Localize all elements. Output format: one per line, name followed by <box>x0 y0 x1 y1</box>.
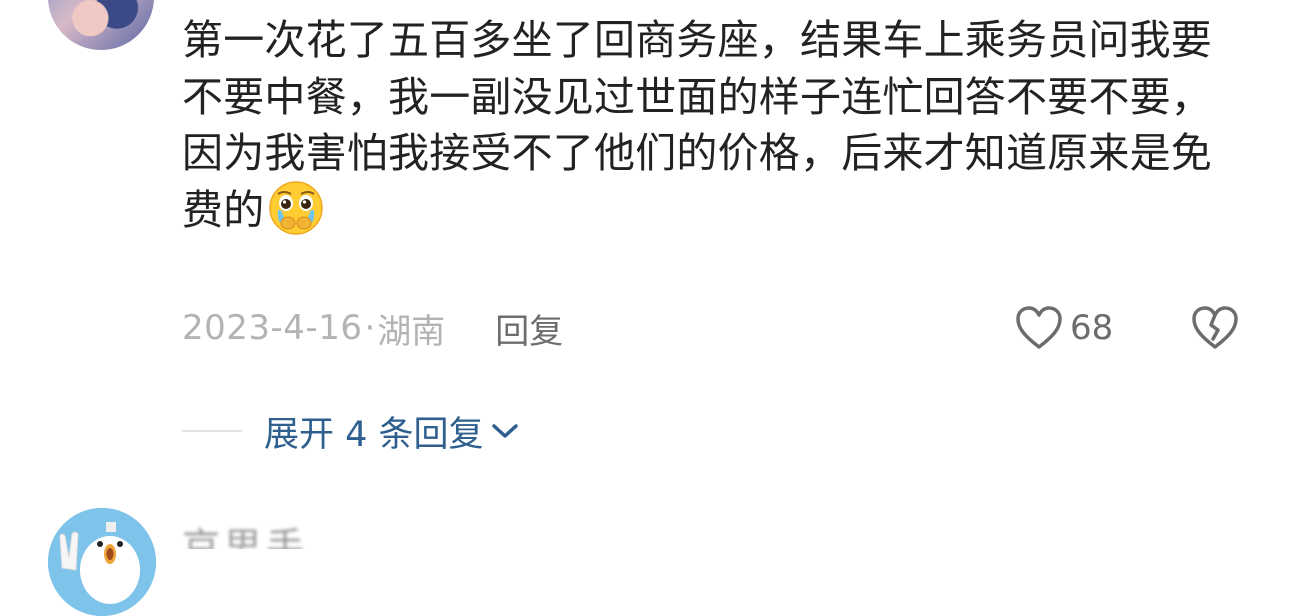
pleading-face-emoji-icon <box>269 180 324 235</box>
comment-body: 第一次花了五百多坐了回商务座，结果车上乘务员问我要不要中餐，我一副没见过世面的样… <box>182 12 1242 238</box>
commenter-avatar[interactable] <box>48 0 154 50</box>
chevron-down-icon <box>491 424 518 438</box>
duck-avatar-icon <box>48 508 156 616</box>
meta-separator: · <box>364 308 376 348</box>
replies-divider <box>182 430 242 432</box>
expand-replies-button[interactable]: 展开 4 条回复 <box>264 406 520 457</box>
comment-meta: 2023-4-16 · 湖南 回复 <box>182 304 563 352</box>
replies-expander: 展开 4 条回复 <box>182 406 520 456</box>
like-button[interactable]: 68 <box>1014 305 1113 351</box>
comment-location: 湖南 <box>377 311 446 352</box>
expand-replies-label: 展开 4 条回复 <box>264 414 484 455</box>
next-commenter-avatar[interactable] <box>48 508 156 616</box>
broken-heart-icon[interactable] <box>1190 305 1240 351</box>
comment-text: 第一次花了五百多坐了回商务座，结果车上乘务员问我要不要中餐，我一副没见过世面的样… <box>182 16 1212 234</box>
next-comment-username[interactable]: 京思手 <box>182 516 308 549</box>
like-count: 68 <box>1070 308 1114 348</box>
comment-date: 2023-4-16 <box>182 308 363 348</box>
heart-icon <box>1016 306 1062 349</box>
reply-button[interactable]: 回复 <box>495 304 563 353</box>
